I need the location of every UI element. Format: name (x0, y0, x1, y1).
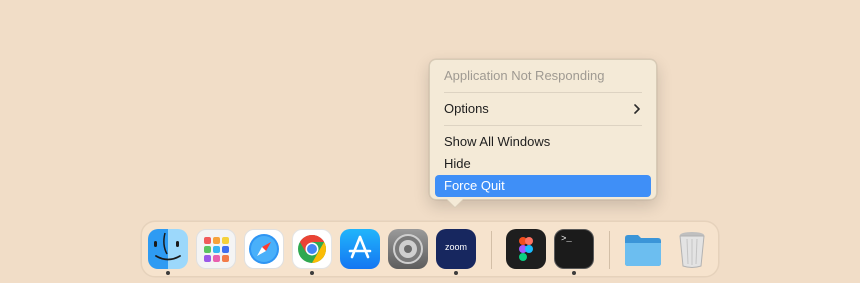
dock-app-system-settings[interactable] (388, 229, 428, 269)
menu-item-force-quit[interactable]: Force Quit (435, 175, 651, 197)
terminal-icon: >_ (561, 234, 572, 244)
dock-app-chrome[interactable] (292, 229, 332, 269)
running-indicator (454, 271, 458, 275)
menu-separator (444, 92, 642, 93)
menu-item-application-not-responding: Application Not Responding (444, 68, 605, 83)
dock-app-terminal[interactable]: >_ (554, 229, 594, 269)
finder-icon (154, 232, 181, 261)
running-indicator (572, 271, 576, 275)
menu-item-label: Options (444, 101, 489, 116)
chrome-icon (298, 235, 326, 263)
app-store-icon (348, 235, 372, 259)
dock-app-launchpad[interactable] (196, 229, 236, 269)
safari-icon (249, 234, 279, 264)
dock-app-figma[interactable] (506, 229, 546, 269)
dock-app-safari[interactable] (244, 229, 284, 269)
zoom-icon: zoom (444, 242, 467, 252)
gear-icon (393, 234, 423, 264)
dock-app-app-store[interactable] (340, 229, 380, 269)
dock-divider (491, 231, 492, 269)
dock-divider (609, 231, 610, 269)
figma-icon (519, 237, 533, 261)
running-indicator (166, 271, 170, 275)
chevron-right-icon (634, 104, 640, 114)
menu-item-show-all-windows[interactable]: Show All Windows (435, 131, 651, 153)
folder-icon (625, 235, 661, 266)
menu-item-hide[interactable]: Hide (435, 153, 651, 175)
trash-icon (679, 232, 705, 268)
dock-app-finder[interactable] (148, 229, 188, 269)
menu-item-options[interactable]: Options (435, 98, 651, 120)
dock-app-trash[interactable] (672, 229, 712, 269)
context-menu: Application Not Responding Options Show … (429, 59, 657, 208)
dock-app-folder[interactable] (623, 229, 663, 269)
menu-pointer (447, 199, 463, 207)
menu-separator (444, 125, 642, 126)
running-indicator (310, 271, 314, 275)
dock-app-zoom[interactable]: zoom (436, 229, 476, 269)
